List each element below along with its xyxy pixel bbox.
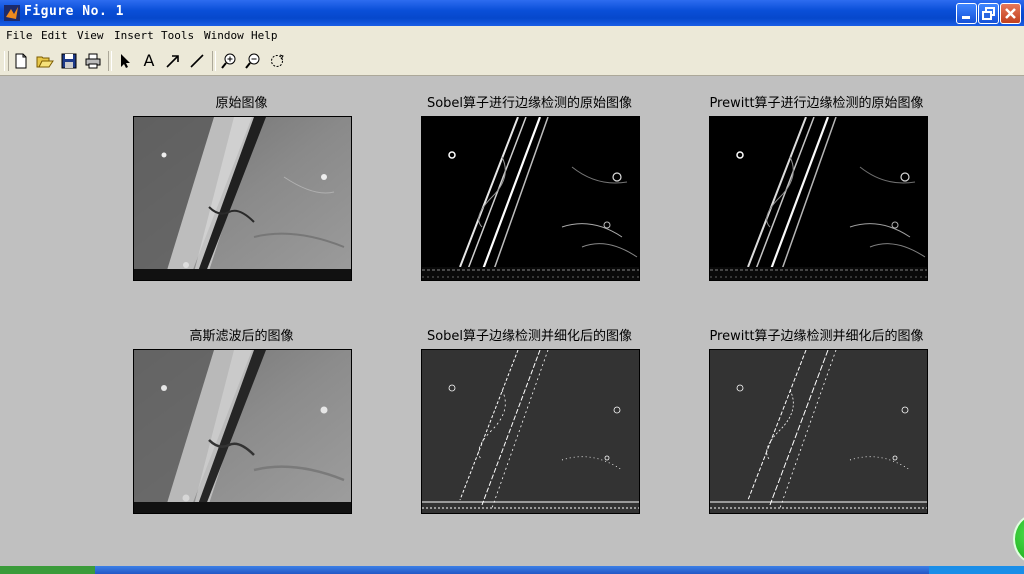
toolbar-separator: [108, 51, 112, 71]
menu-help[interactable]: Help: [251, 29, 278, 42]
menu-edit[interactable]: Edit: [41, 29, 68, 42]
restore-icon: [982, 7, 995, 20]
figure-canvas[interactable]: 原始图像 Sobel算子进行边缘检测的原始图像 Prewitt算子进行边缘检测的…: [0, 76, 1024, 566]
taskbar: [0, 566, 1024, 574]
minimize-icon: [962, 16, 970, 19]
subplot-title: Sobel算子进行边缘检测的原始图像: [426, 96, 633, 111]
print-icon[interactable]: [84, 52, 102, 70]
insert-arrow-icon[interactable]: [164, 52, 182, 70]
menu-insert[interactable]: Insert: [114, 29, 154, 42]
subplot-title: 原始图像: [215, 96, 268, 111]
window-title: Figure No. 1: [24, 4, 124, 19]
close-button[interactable]: [1000, 3, 1021, 24]
insert-line-icon[interactable]: [188, 52, 206, 70]
sobel-edge-image: [421, 116, 640, 281]
select-arrow-icon[interactable]: [116, 52, 134, 70]
matlab-logo-icon: [4, 5, 20, 21]
zoom-in-icon[interactable]: [220, 52, 238, 70]
gaussian-filtered-image: [133, 349, 352, 514]
menu-window[interactable]: Window: [204, 29, 244, 42]
system-tray: [929, 566, 1024, 574]
prewitt-thinned-image: [709, 349, 928, 514]
start-button[interactable]: [0, 566, 95, 574]
menu-bar: File Edit View Insert Tools Window Help: [0, 26, 1024, 47]
menu-view[interactable]: View: [77, 29, 104, 42]
restore-button[interactable]: [978, 3, 999, 24]
toolbar-gripper[interactable]: [4, 51, 9, 71]
window-titlebar[interactable]: Figure No. 1: [0, 0, 1024, 26]
menu-file[interactable]: File: [6, 29, 33, 42]
save-icon[interactable]: [60, 52, 78, 70]
figure-toolbar: A: [0, 47, 1024, 76]
minimize-button[interactable]: [956, 3, 977, 24]
open-file-icon[interactable]: [36, 52, 54, 70]
subplot-title: Sobel算子边缘检测并细化后的图像: [426, 329, 633, 344]
close-icon: [1005, 8, 1016, 19]
sobel-thinned-image: [421, 349, 640, 514]
insert-text-icon[interactable]: A: [140, 52, 158, 70]
new-figure-icon[interactable]: [12, 52, 30, 70]
subplot-title: 高斯滤波后的图像: [189, 329, 294, 344]
subplot-title: Prewitt算子进行边缘检测的原始图像: [709, 96, 924, 111]
prewitt-edge-image: [709, 116, 928, 281]
toolbar-separator: [212, 51, 216, 71]
original-image: [133, 116, 352, 281]
subplot-title: Prewitt算子边缘检测并细化后的图像: [709, 329, 924, 344]
menu-tools[interactable]: Tools: [161, 29, 194, 42]
rotate-icon[interactable]: [268, 52, 286, 70]
zoom-out-icon[interactable]: [244, 52, 262, 70]
